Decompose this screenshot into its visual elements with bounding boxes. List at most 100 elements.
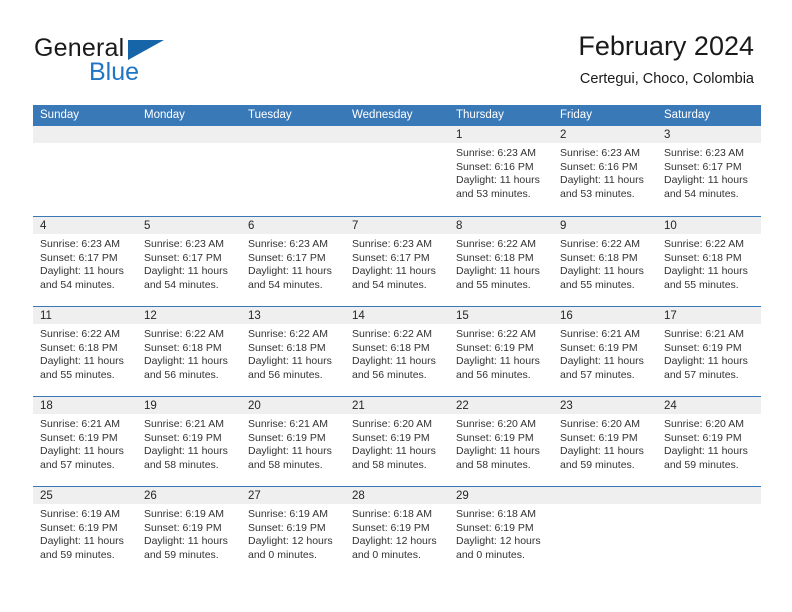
calendar-day-cell[interactable]: 9 Sunrise: 6:22 AM Sunset: 6:18 PM Daylight…	[553, 217, 657, 306]
day-number: 9	[553, 217, 657, 234]
day-info-line: Daylight: 11 hours	[40, 355, 124, 368]
day-info-line: Sunrise: 6:22 AM	[40, 328, 120, 340]
calendar-day-cell[interactable]: 17 Sunrise: 6:21 AM Sunset: 6:19 PM Dayligh…	[657, 307, 761, 396]
calendar-day-cell[interactable]: 16 Sunrise: 6:21 AM Sunset: 6:19 PM Dayligh…	[553, 307, 657, 396]
calendar-day-cell[interactable]: 5 Sunrise: 6:23 AM Sunset: 6:17 PM Daylight…	[137, 217, 241, 306]
day-info-line: Sunset: 6:17 PM	[40, 251, 118, 264]
day-sun-info: Sunrise: 6:23 AM Sunset: 6:16 PM Daylight:…	[553, 143, 657, 201]
calendar-day-cell[interactable]: 18 Sunrise: 6:21 AM Sunset: 6:19 PM Dayligh…	[33, 397, 137, 486]
calendar-day-cell[interactable]: 26 Sunrise: 6:19 AM Sunset: 6:19 PM Dayligh…	[137, 487, 241, 576]
day-info-line: and 56 minutes.	[352, 368, 427, 381]
day-sun-info: Sunrise: 6:22 AM Sunset: 6:18 PM Daylight:…	[33, 324, 137, 382]
day-info-line: Sunrise: 6:20 AM	[664, 418, 744, 430]
brand-logo[interactable]: General Blue	[34, 36, 274, 92]
day-info-line: and 55 minutes.	[664, 278, 739, 291]
day-info-line: Daylight: 11 hours	[456, 265, 540, 278]
day-sun-info: Sunrise: 6:23 AM Sunset: 6:17 PM Daylight:…	[137, 234, 241, 292]
day-info-line: Sunrise: 6:20 AM	[352, 418, 432, 430]
weekday-header-row: Sunday Monday Tuesday Wednesday Thursday Frid…	[33, 105, 761, 126]
day-info-line: Sunset: 6:19 PM	[456, 521, 534, 534]
day-info-line: Daylight: 12 hours	[248, 535, 333, 548]
calendar-day-cell[interactable]: 28 Sunrise: 6:18 AM Sunset: 6:19 PM Dayligh…	[345, 487, 449, 576]
day-info-line: Sunset: 6:18 PM	[40, 341, 118, 354]
day-info-line: Daylight: 11 hours	[40, 265, 124, 278]
day-number: 14	[345, 307, 449, 324]
calendar-day-cell[interactable]: 10 Sunrise: 6:22 AM Sunset: 6:18 PM Dayligh…	[657, 217, 761, 306]
calendar-day-cell[interactable]: 13 Sunrise: 6:22 AM Sunset: 6:18 PM Dayligh…	[241, 307, 345, 396]
calendar-day-cell[interactable]: 7 Sunrise: 6:23 AM Sunset: 6:17 PM Daylight…	[345, 217, 449, 306]
calendar-day-cell[interactable]: 2 Sunrise: 6:23 AM Sunset: 6:16 PM Daylight…	[553, 126, 657, 216]
day-number: 5	[137, 217, 241, 234]
calendar-day-cell[interactable]: 29 Sunrise: 6:18 AM Sunset: 6:19 PM Dayligh…	[449, 487, 553, 576]
day-sun-info	[33, 143, 137, 147]
calendar-day-cell[interactable]: 15 Sunrise: 6:22 AM Sunset: 6:19 PM Dayligh…	[449, 307, 553, 396]
calendar-day-cell[interactable]: 27 Sunrise: 6:19 AM Sunset: 6:19 PM Dayligh…	[241, 487, 345, 576]
day-info-line: and 54 minutes.	[248, 278, 323, 291]
day-number: 4	[33, 217, 137, 234]
day-number	[657, 487, 761, 504]
day-info-line: Sunrise: 6:19 AM	[144, 508, 224, 520]
day-sun-info: Sunrise: 6:21 AM Sunset: 6:19 PM Daylight:…	[137, 414, 241, 472]
day-sun-info: Sunrise: 6:22 AM Sunset: 6:18 PM Daylight:…	[345, 324, 449, 382]
day-number: 1	[449, 126, 553, 143]
calendar-day-cell-empty	[657, 487, 761, 576]
calendar-day-cell[interactable]: 22 Sunrise: 6:20 AM Sunset: 6:19 PM Dayligh…	[449, 397, 553, 486]
day-info-line: Daylight: 11 hours	[352, 355, 436, 368]
calendar-day-cell[interactable]: 23 Sunrise: 6:20 AM Sunset: 6:19 PM Dayligh…	[553, 397, 657, 486]
calendar-day-cell[interactable]: 11 Sunrise: 6:22 AM Sunset: 6:18 PM Dayligh…	[33, 307, 137, 396]
calendar-day-cell-empty	[553, 487, 657, 576]
calendar-day-cell[interactable]: 6 Sunrise: 6:23 AM Sunset: 6:17 PM Daylight…	[241, 217, 345, 306]
calendar-day-cell-empty	[345, 126, 449, 216]
day-info-line: and 56 minutes.	[248, 368, 323, 381]
day-sun-info: Sunrise: 6:22 AM Sunset: 6:18 PM Daylight:…	[449, 234, 553, 292]
calendar-day-cell[interactable]: 1 Sunrise: 6:23 AM Sunset: 6:16 PM Daylight…	[449, 126, 553, 216]
day-info-line: and 53 minutes.	[456, 187, 531, 200]
calendar-day-cell[interactable]: 21 Sunrise: 6:20 AM Sunset: 6:19 PM Dayligh…	[345, 397, 449, 486]
day-info-line: Sunrise: 6:23 AM	[664, 147, 744, 159]
day-sun-info: Sunrise: 6:21 AM Sunset: 6:19 PM Daylight:…	[241, 414, 345, 472]
day-info-line: Daylight: 11 hours	[456, 355, 540, 368]
day-info-line: and 53 minutes.	[560, 187, 635, 200]
day-number: 19	[137, 397, 241, 414]
day-info-line: and 0 minutes.	[248, 548, 317, 561]
day-info-line: and 56 minutes.	[144, 368, 219, 381]
calendar-day-cell[interactable]: 24 Sunrise: 6:20 AM Sunset: 6:19 PM Dayligh…	[657, 397, 761, 486]
day-sun-info: Sunrise: 6:21 AM Sunset: 6:19 PM Daylight:…	[33, 414, 137, 472]
day-number: 24	[657, 397, 761, 414]
day-info-line: Sunset: 6:19 PM	[248, 431, 326, 444]
day-info-line: Sunset: 6:16 PM	[456, 160, 534, 173]
day-sun-info: Sunrise: 6:22 AM Sunset: 6:18 PM Daylight:…	[553, 234, 657, 292]
day-sun-info: Sunrise: 6:23 AM Sunset: 6:16 PM Daylight:…	[449, 143, 553, 201]
day-sun-info: Sunrise: 6:23 AM Sunset: 6:17 PM Daylight:…	[241, 234, 345, 292]
weekday-header-tuesday: Tuesday	[248, 109, 292, 121]
day-info-line: Sunset: 6:19 PM	[352, 521, 430, 534]
day-info-line: Sunrise: 6:20 AM	[456, 418, 536, 430]
day-info-line: Daylight: 11 hours	[560, 445, 644, 458]
day-number: 7	[345, 217, 449, 234]
day-number: 28	[345, 487, 449, 504]
calendar-day-cell[interactable]: 12 Sunrise: 6:22 AM Sunset: 6:18 PM Dayligh…	[137, 307, 241, 396]
day-info-line: Daylight: 12 hours	[352, 535, 437, 548]
day-info-line: Sunrise: 6:22 AM	[248, 328, 328, 340]
calendar-day-cell-empty	[137, 126, 241, 216]
calendar-day-cell[interactable]: 25 Sunrise: 6:19 AM Sunset: 6:19 PM Dayligh…	[33, 487, 137, 576]
page-header: General Blue February 2024 Certegui, Cho…	[0, 0, 792, 104]
day-info-line: and 59 minutes.	[40, 548, 115, 561]
calendar-day-cell[interactable]: 20 Sunrise: 6:21 AM Sunset: 6:19 PM Dayligh…	[241, 397, 345, 486]
day-number: 22	[449, 397, 553, 414]
day-info-line: and 58 minutes.	[352, 458, 427, 471]
day-info-line: Sunrise: 6:23 AM	[248, 238, 328, 250]
calendar-day-cell[interactable]: 3 Sunrise: 6:23 AM Sunset: 6:17 PM Daylight…	[657, 126, 761, 216]
calendar-day-cell[interactable]: 19 Sunrise: 6:21 AM Sunset: 6:19 PM Dayligh…	[137, 397, 241, 486]
day-info-line: Daylight: 11 hours	[560, 174, 644, 187]
day-info-line: Sunrise: 6:22 AM	[352, 328, 432, 340]
day-info-line: Sunset: 6:18 PM	[560, 251, 638, 264]
calendar-day-cell[interactable]: 14 Sunrise: 6:22 AM Sunset: 6:18 PM Dayligh…	[345, 307, 449, 396]
calendar-day-cell[interactable]: 4 Sunrise: 6:23 AM Sunset: 6:17 PM Daylight…	[33, 217, 137, 306]
day-info-line: Daylight: 11 hours	[560, 265, 644, 278]
calendar-body: 1 Sunrise: 6:23 AM Sunset: 6:16 PM Daylight…	[33, 126, 761, 576]
calendar-day-cell[interactable]: 8 Sunrise: 6:22 AM Sunset: 6:18 PM Daylight…	[449, 217, 553, 306]
day-number: 25	[33, 487, 137, 504]
calendar-week-row: 18 Sunrise: 6:21 AM Sunset: 6:19 PM Dayligh…	[33, 396, 761, 486]
day-number: 13	[241, 307, 345, 324]
